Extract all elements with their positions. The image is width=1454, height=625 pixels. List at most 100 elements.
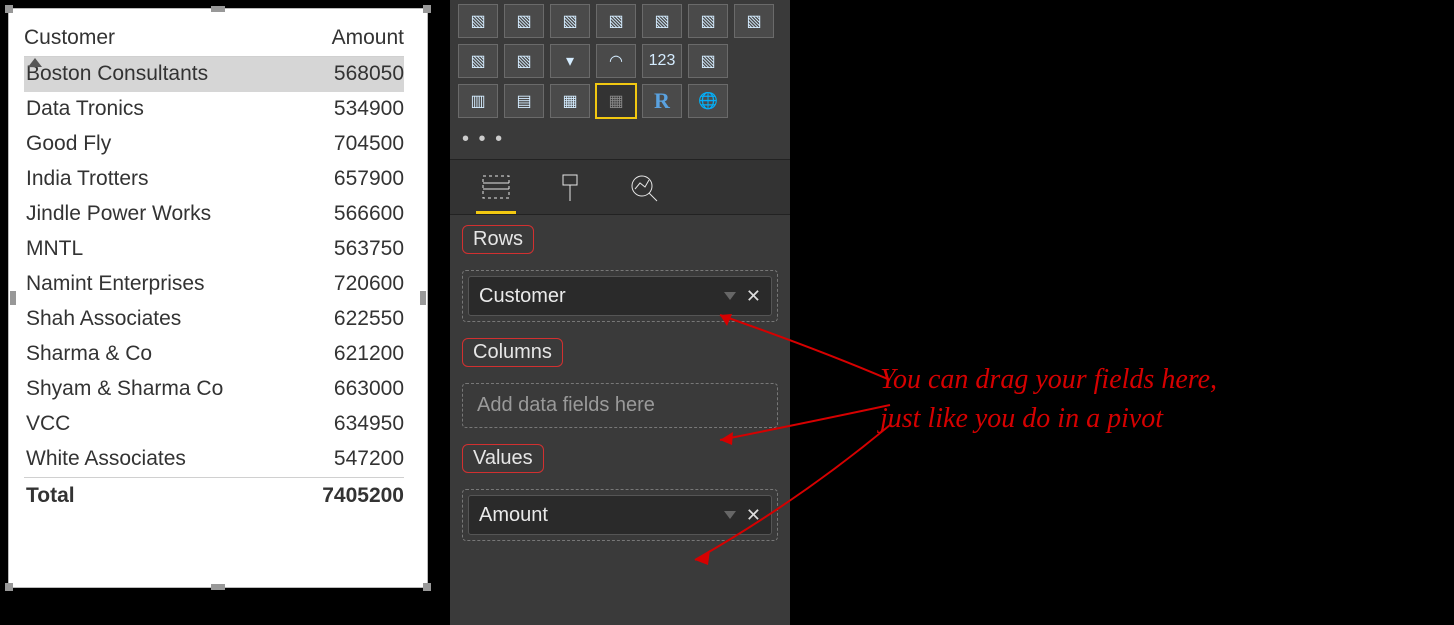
cell-customer: India Trotters: [24, 162, 279, 197]
cell-amount: 634950: [279, 407, 404, 442]
resize-handle-top[interactable]: [211, 6, 225, 12]
rows-label: Rows: [462, 225, 534, 254]
gauge-icon[interactable]: ◠: [596, 44, 636, 78]
table-row[interactable]: Namint Enterprises720600: [24, 267, 404, 302]
total-amount: 7405200: [279, 478, 404, 514]
rows-section: Rows: [450, 215, 790, 260]
cell-amount: 657900: [279, 162, 404, 197]
remove-field-icon[interactable]: ✕: [746, 505, 761, 526]
cell-customer: VCC: [24, 407, 279, 442]
funnel-icon[interactable]: ▧: [458, 44, 498, 78]
annotation-line2: just like you do in a pivot: [880, 403, 1163, 434]
cell-customer: Good Fly: [24, 127, 279, 162]
table-row[interactable]: Jindle Power Works566600: [24, 197, 404, 232]
pane-tabs: [450, 159, 790, 215]
table-row[interactable]: MNTL563750: [24, 232, 404, 267]
table-row[interactable]: Shah Associates622550: [24, 302, 404, 337]
header-customer[interactable]: Customer: [24, 26, 279, 50]
resize-handle-bottom[interactable]: [211, 584, 225, 590]
rows-field-pill[interactable]: Customer ✕: [468, 276, 772, 316]
cell-amount: 704500: [279, 127, 404, 162]
scatter-icon[interactable]: ▧: [734, 4, 774, 38]
table-row[interactable]: Shyam & Sharma Co663000: [24, 372, 404, 407]
chevron-down-icon[interactable]: [724, 511, 736, 519]
resize-handle-tl[interactable]: [5, 5, 13, 13]
table-row[interactable]: VCC634950: [24, 407, 404, 442]
fields-tab[interactable]: [476, 170, 516, 214]
visualizations-pane: ▧▧▧▧▧▧▧ ▧▧▾◠123▧ ▥▤▦▦R🌐 • • • Rows Custo…: [450, 0, 790, 625]
cell-amount: 566600: [279, 197, 404, 232]
cell-customer: White Associates: [24, 442, 279, 477]
analytics-tab[interactable]: [624, 170, 664, 214]
columns-well[interactable]: Add data fields here: [462, 383, 778, 428]
cell-amount: 663000: [279, 372, 404, 407]
cell-customer: Sharma & Co: [24, 337, 279, 372]
values-field-pill[interactable]: Amount ✕: [468, 495, 772, 535]
values-label: Values: [462, 444, 544, 473]
table-row[interactable]: White Associates547200: [24, 442, 404, 477]
cell-amount: 568050: [279, 57, 404, 92]
table-row[interactable]: India Trotters657900: [24, 162, 404, 197]
ribbon-icon[interactable]: ▧: [642, 4, 682, 38]
cell-customer: MNTL: [24, 232, 279, 267]
cell-customer: Boston Consultants: [24, 57, 279, 92]
resize-handle-right[interactable]: [420, 291, 426, 305]
slicer-icon[interactable]: ▤: [504, 84, 544, 118]
filter-icon[interactable]: ▾: [550, 44, 590, 78]
chevron-down-icon[interactable]: [724, 292, 736, 300]
rows-field-label: Customer: [479, 285, 714, 308]
rows-well[interactable]: Customer ✕: [462, 270, 778, 322]
r-icon[interactable]: R: [642, 84, 682, 118]
viz-type-gallery: ▧▧▧▧▧▧▧ ▧▧▾◠123▧ ▥▤▦▦R🌐: [450, 0, 790, 118]
annotation-line1: You can drag your fields here,: [880, 364, 1217, 395]
format-tab[interactable]: [550, 170, 590, 214]
table-icon[interactable]: ▦: [550, 84, 590, 118]
matrix-visual-container[interactable]: Customer Amount Boston Consultants568050…: [8, 8, 428, 588]
kpi-icon[interactable]: ▥: [458, 84, 498, 118]
resize-handle-br[interactable]: [423, 583, 431, 591]
cell-amount: 720600: [279, 267, 404, 302]
resize-handle-bl[interactable]: [5, 583, 13, 591]
remove-field-icon[interactable]: ✕: [746, 286, 761, 307]
cell-customer: Data Tronics: [24, 92, 279, 127]
tree-icon[interactable]: ▧: [504, 44, 544, 78]
more-visuals-icon[interactable]: • • •: [450, 124, 790, 159]
cell-customer: Shah Associates: [24, 302, 279, 337]
table-row[interactable]: Boston Consultants568050: [24, 57, 404, 92]
matrix-header-row: Customer Amount: [24, 26, 404, 57]
stacked-bar-icon[interactable]: ▧: [458, 4, 498, 38]
values-well[interactable]: Amount ✕: [462, 489, 778, 541]
matrix-body: Boston Consultants568050Data Tronics5349…: [24, 57, 404, 477]
cell-amount: 547200: [279, 442, 404, 477]
table-row[interactable]: Sharma & Co621200: [24, 337, 404, 372]
values-section: Values: [450, 434, 790, 479]
matrix-table[interactable]: Customer Amount Boston Consultants568050…: [24, 26, 404, 514]
header-customer-label: Customer: [24, 26, 115, 49]
columns-placeholder: Add data fields here: [477, 394, 655, 416]
annotation-text: You can drag your fields here, just like…: [880, 360, 1217, 438]
table-row[interactable]: Good Fly704500: [24, 127, 404, 162]
cell-customer: Namint Enterprises: [24, 267, 279, 302]
line-icon[interactable]: ▧: [550, 4, 590, 38]
cell-customer: Jindle Power Works: [24, 197, 279, 232]
area-icon[interactable]: ▧: [596, 4, 636, 38]
values-field-label: Amount: [479, 504, 714, 527]
matrix-icon[interactable]: ▦: [596, 84, 636, 118]
stacked-col-icon[interactable]: ▧: [504, 4, 544, 38]
columns-label: Columns: [462, 338, 563, 367]
resize-handle-tr[interactable]: [423, 5, 431, 13]
total-label: Total: [24, 478, 279, 514]
table-row[interactable]: Data Tronics534900: [24, 92, 404, 127]
waterfall-icon[interactable]: ▧: [688, 4, 728, 38]
card-icon[interactable]: 123: [642, 44, 682, 78]
globe-icon[interactable]: 🌐: [688, 84, 728, 118]
columns-section: Columns: [450, 328, 790, 373]
sort-asc-icon: [28, 58, 42, 67]
cell-amount: 621200: [279, 337, 404, 372]
resize-handle-left[interactable]: [10, 291, 16, 305]
header-amount[interactable]: Amount: [279, 26, 404, 50]
cell-amount: 622550: [279, 302, 404, 337]
cell-amount: 563750: [279, 232, 404, 267]
matrix-total-row: Total 7405200: [24, 477, 404, 514]
multirow-icon[interactable]: ▧: [688, 44, 728, 78]
